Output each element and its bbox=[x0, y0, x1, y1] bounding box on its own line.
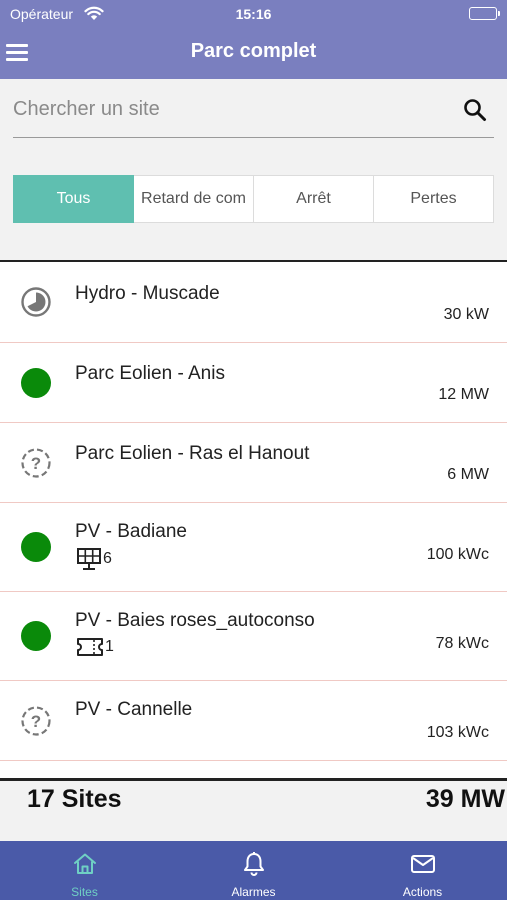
site-power: 12 MW bbox=[438, 386, 489, 403]
site-power: 6 MW bbox=[447, 466, 489, 483]
total-power: 39 MW bbox=[425, 785, 505, 813]
green-status-dot-icon bbox=[20, 367, 52, 399]
tab-actions[interactable]: Actions bbox=[338, 841, 507, 900]
filter-arret[interactable]: Arrêt bbox=[254, 175, 374, 223]
battery-icon bbox=[469, 7, 500, 20]
site-name: PV - Baies roses_autoconso bbox=[75, 610, 315, 631]
partial-clock-icon bbox=[20, 286, 52, 318]
site-row[interactable]: ? Parc Eolien - Ras el Hanout 6 MW bbox=[0, 423, 507, 503]
home-icon bbox=[72, 851, 98, 877]
site-name: Parc Eolien - Anis bbox=[75, 363, 225, 384]
site-row[interactable]: Parc Eolien - Anis 12 MW bbox=[0, 343, 507, 423]
search-icon[interactable] bbox=[462, 97, 488, 123]
solar-panel-icon bbox=[77, 548, 101, 570]
tab-label: Actions bbox=[402, 885, 443, 899]
search-underline bbox=[13, 137, 494, 138]
site-power: 78 kWc bbox=[435, 635, 489, 652]
site-row[interactable]: ? PV - Cannelle 103 kWc bbox=[0, 681, 507, 761]
clock: 15:16 bbox=[235, 6, 272, 22]
tab-label: Alarmes bbox=[231, 885, 276, 899]
site-row[interactable]: Hydro - Muscade 30 kW bbox=[0, 262, 507, 343]
badge-count: 6 bbox=[103, 550, 112, 567]
site-badge: 6 bbox=[76, 547, 112, 571]
svg-text:?: ? bbox=[31, 454, 41, 473]
mail-icon bbox=[410, 851, 436, 877]
site-badge: 1 bbox=[76, 636, 114, 658]
filter-segmented-control: Tous Retard de com Arrêt Pertes bbox=[13, 175, 494, 223]
tab-alarmes[interactable]: Alarmes bbox=[169, 841, 338, 900]
site-row[interactable]: PV - Badiane 6 100 kWc bbox=[0, 503, 507, 592]
search-area: Tous Retard de com Arrêt Pertes bbox=[0, 79, 507, 260]
site-name: Parc Eolien - Ras el Hanout bbox=[75, 443, 310, 464]
search-input[interactable] bbox=[13, 94, 453, 124]
bottom-tab-bar: Sites Alarmes Actions bbox=[0, 841, 507, 900]
tab-label: Sites bbox=[71, 885, 98, 899]
site-name: PV - Badiane bbox=[75, 521, 187, 542]
green-status-dot-icon bbox=[20, 531, 52, 563]
total-sites: 17 Sites bbox=[27, 785, 122, 813]
site-power: 103 kWc bbox=[426, 724, 489, 741]
filter-retard-de-com[interactable]: Retard de com bbox=[134, 175, 254, 223]
totals-bar: 17 Sites 39 MW bbox=[0, 781, 507, 841]
status-bar: Opérateur 15:16 bbox=[0, 0, 507, 28]
bell-icon bbox=[241, 851, 267, 877]
filter-pertes[interactable]: Pertes bbox=[374, 175, 494, 223]
green-status-dot-icon bbox=[20, 620, 52, 652]
ticket-icon bbox=[77, 638, 103, 656]
site-name: PV - Cannelle bbox=[75, 699, 193, 720]
site-row[interactable]: PV - Baies roses_autoconso 1 78 kWc bbox=[0, 592, 507, 681]
site-name: Hydro - Muscade bbox=[75, 283, 220, 304]
tab-sites[interactable]: Sites bbox=[0, 841, 169, 900]
site-power: 100 kWc bbox=[426, 546, 489, 563]
site-list[interactable]: Hydro - Muscade 30 kW Parc Eolien - Anis… bbox=[0, 262, 507, 778]
filter-tous[interactable]: Tous bbox=[13, 175, 134, 223]
badge-count: 1 bbox=[105, 638, 114, 655]
site-power: 30 kW bbox=[443, 306, 489, 323]
page-title: Parc complet bbox=[190, 40, 317, 62]
unknown-status-icon: ? bbox=[20, 447, 52, 479]
unknown-status-icon: ? bbox=[20, 705, 52, 737]
app-header: Opérateur 15:16 Parc complet bbox=[0, 0, 507, 79]
svg-text:?: ? bbox=[31, 712, 41, 731]
